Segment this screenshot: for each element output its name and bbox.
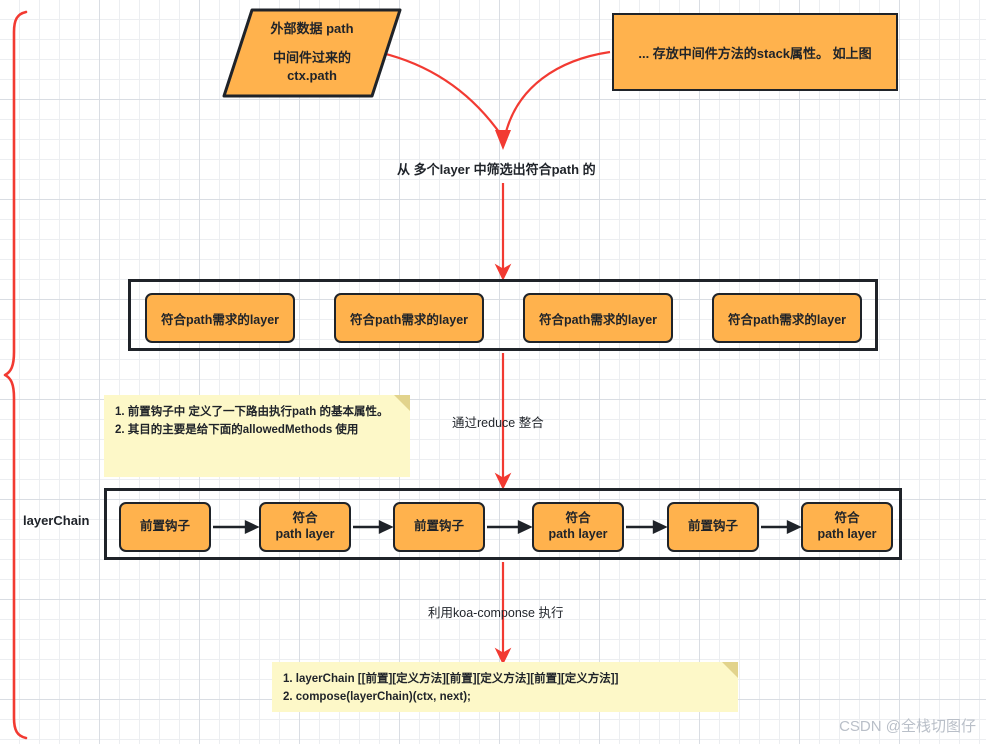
matched-layer-label: 符合path需求的layer xyxy=(727,312,847,327)
note-fold-corner-icon xyxy=(722,662,738,678)
matched-layers-group: 符合path需求的layer 符合path需求的layer 符合path需求的l… xyxy=(128,279,878,351)
arrowhead-filter xyxy=(495,130,511,150)
scope-brace xyxy=(3,10,28,740)
label-koa-compose: 利用koa-componse 执行 xyxy=(428,606,564,620)
chain-node-pre-hook[interactable]: 前置钩子 xyxy=(119,502,211,552)
matched-layer-label: 符合path需求的layer xyxy=(349,312,469,327)
parallelogram-shape xyxy=(222,8,402,98)
chain-node-label: 符合 xyxy=(834,511,860,526)
chain-node-sublabel: path layer xyxy=(275,527,335,541)
chain-node-label: 符合 xyxy=(292,511,318,526)
pre-hook-note-line2: 2. 其目的主要是给下面的allowedMethods 使用 xyxy=(115,423,359,436)
chain-arrow-layer xyxy=(213,520,802,534)
stack-attribute-node[interactable]: ... 存放中间件方法的stack属性。 如上图 xyxy=(612,13,898,91)
compose-note: 1. layerChain [[前置][定义方法][前置][定义方法][前置][… xyxy=(272,662,738,712)
chain-node-path-layer[interactable]: 符合 path layer xyxy=(532,502,624,552)
note-fold-corner-icon xyxy=(394,395,410,411)
chain-node-pre-hook[interactable]: 前置钩子 xyxy=(393,502,485,552)
pre-hook-note: 1. 前置钩子中 定义了一下路由执行path 的基本属性。 2. 其目的主要是给… xyxy=(104,395,410,477)
matched-layer-chip[interactable]: 符合path需求的layer xyxy=(145,293,295,343)
chain-node-path-layer[interactable]: 符合 path layer xyxy=(259,502,351,552)
chain-node-label: 符合 xyxy=(565,511,591,526)
chain-node-path-layer[interactable]: 符合 path layer xyxy=(801,502,893,552)
connector-layer xyxy=(3,10,611,740)
label-reduce: 通过reduce 整合 xyxy=(452,416,544,430)
matched-layer-label: 符合path需求的layer xyxy=(160,312,280,327)
matched-layer-chip[interactable]: 符合path需求的layer xyxy=(334,293,484,343)
matched-layer-chip[interactable]: 符合path需求的layer xyxy=(712,293,862,343)
layerchain-label: layerChain xyxy=(23,513,90,528)
label-filter-by-path: 从 多个layer 中筛选出符合path 的 xyxy=(397,162,596,177)
chain-node-pre-hook[interactable]: 前置钩子 xyxy=(667,502,759,552)
matched-layer-label: 符合path需求的layer xyxy=(538,312,658,327)
watermark: CSDN @全栈切图仔 xyxy=(839,718,976,735)
edge-stack-to-filter xyxy=(504,50,611,133)
diagram-canvas: 外部数据 path 中间件过来的 ctx.path ... 存放中间件方法的st… xyxy=(0,0,986,744)
matched-layer-chip[interactable]: 符合path需求的layer xyxy=(523,293,673,343)
chain-node-sublabel: path layer xyxy=(548,527,608,541)
stack-attribute-label: ... 存放中间件方法的stack属性。 如上图 xyxy=(638,45,872,61)
layerchain-group: 前置钩子 符合 path layer 前置钩子 符合 path layer 前置… xyxy=(104,488,902,560)
pre-hook-note-line1: 1. 前置钩子中 定义了一下路由执行path 的基本属性。 xyxy=(115,406,389,418)
compose-note-line1: 1. layerChain [[前置][定义方法][前置][定义方法][前置][… xyxy=(283,673,619,685)
chain-node-label: 前置钩子 xyxy=(413,519,464,534)
chain-node-sublabel: path layer xyxy=(817,527,877,541)
chain-node-label: 前置钩子 xyxy=(139,519,190,534)
source-path-node[interactable]: 外部数据 path 中间件过来的 ctx.path xyxy=(222,8,402,98)
compose-note-line2: 2. compose(layerChain)(ctx, next); xyxy=(283,690,471,703)
chain-node-label: 前置钩子 xyxy=(687,519,738,534)
